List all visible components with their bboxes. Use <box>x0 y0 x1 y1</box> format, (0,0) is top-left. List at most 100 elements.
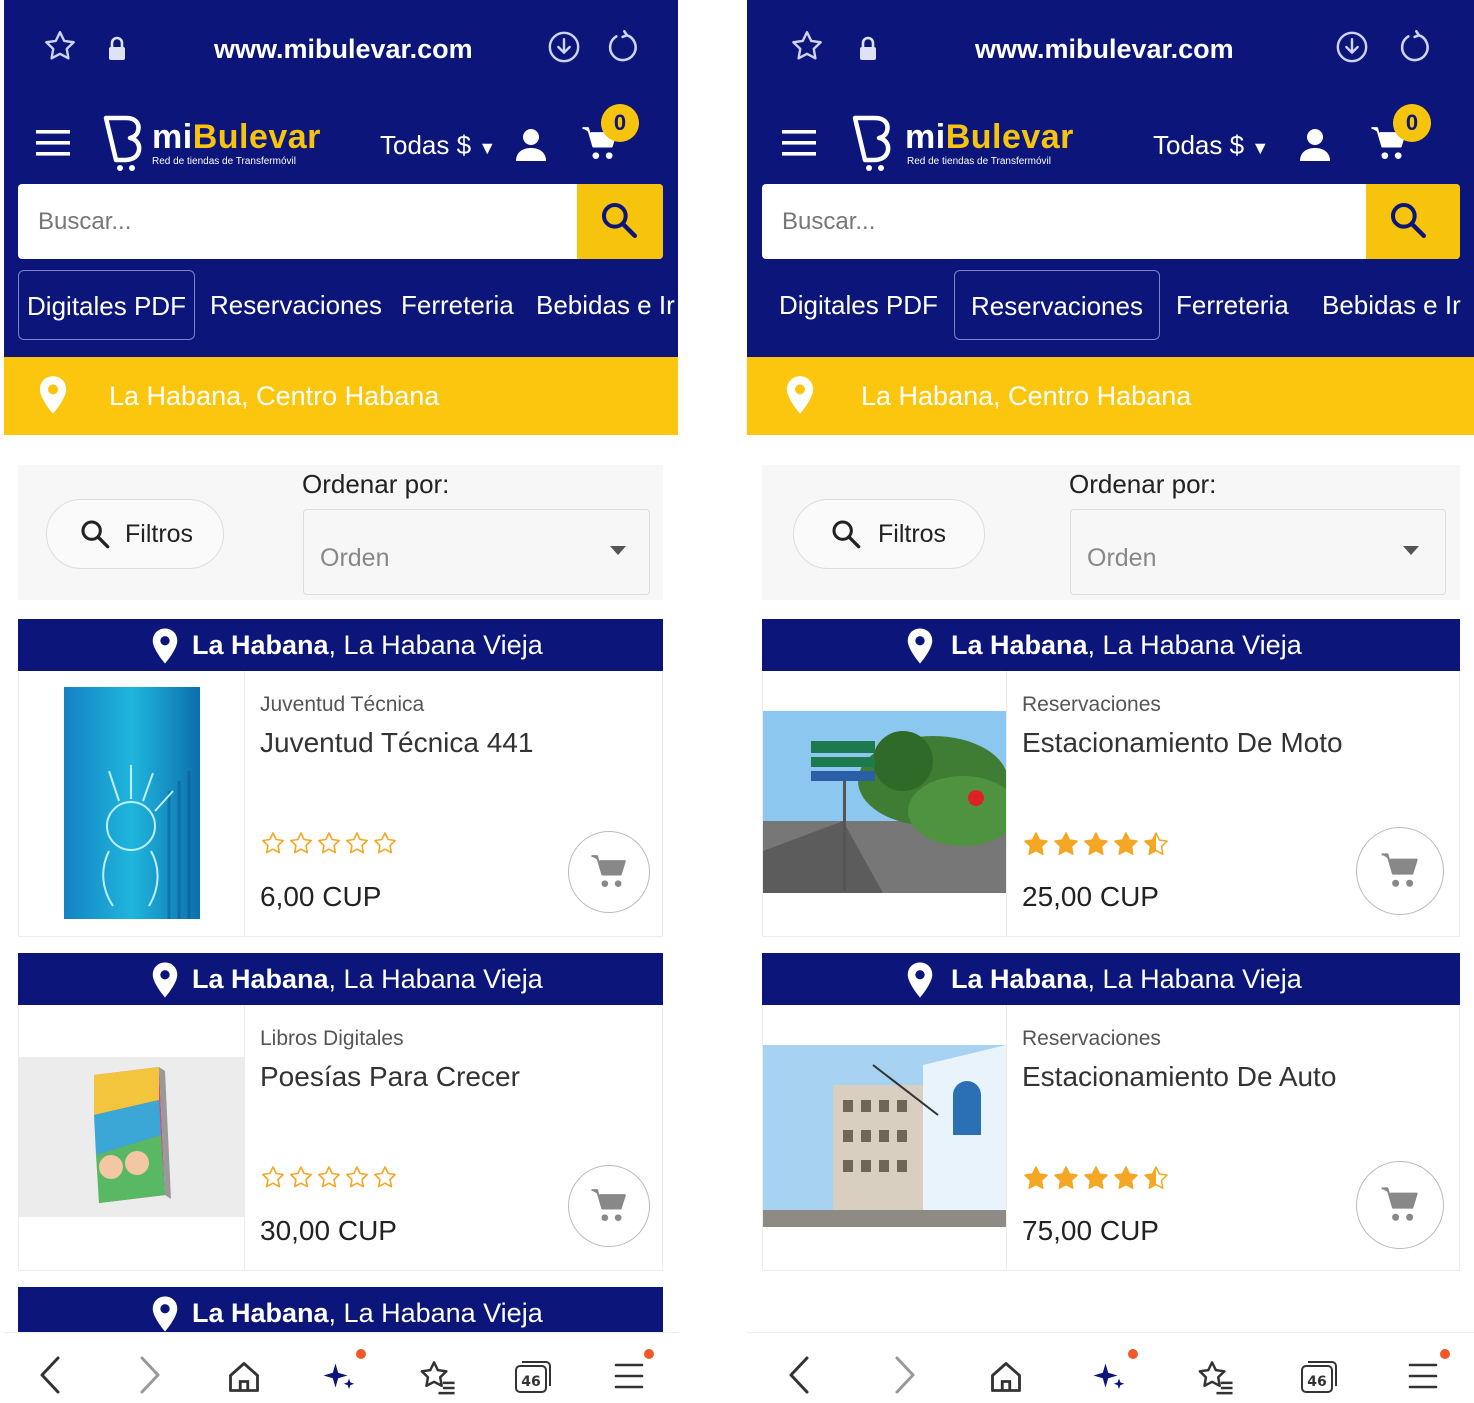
add-to-cart-button[interactable] <box>568 831 650 913</box>
add-to-cart-button[interactable] <box>1356 1161 1444 1249</box>
user-account-icon[interactable] <box>1299 128 1331 162</box>
tabs-count: 46 <box>1307 1374 1326 1390</box>
site-header: www.mibulevar.com miBulevar Red de tiend… <box>4 0 678 357</box>
filters-button[interactable]: Filtros <box>793 499 985 569</box>
reload-icon[interactable] <box>605 30 639 64</box>
location-pin-icon <box>151 961 179 1006</box>
tab-digitales-pdf[interactable]: Digitales PDF <box>779 270 938 340</box>
product-card[interactable]: La Habana, La Habana Vieja <box>18 1287 663 1332</box>
tabs-count-icon[interactable]: 46 <box>514 1359 552 1395</box>
main-menu-icon[interactable] <box>614 1361 644 1391</box>
logo-wordmark[interactable]: miBulevar <box>905 118 1074 157</box>
card-location-band: La Habana, La Habana Vieja <box>762 619 1460 671</box>
download-icon[interactable] <box>547 30 581 64</box>
bookmark-star-icon[interactable] <box>42 28 78 64</box>
product-card[interactable]: La Habana, La Habana Vieja Libros Digita… <box>18 953 663 1271</box>
tab-ferreteria[interactable]: Ferreteria <box>1176 270 1289 340</box>
card-body: Reservaciones Estacionamiento De Auto 75… <box>762 1005 1460 1271</box>
order-select-value: Orden <box>320 544 390 572</box>
tab-reservaciones[interactable]: Reservaciones <box>954 270 1160 340</box>
brand-row: miBulevar Red de tiendas de Transfermóvi… <box>747 104 1474 180</box>
user-account-icon[interactable] <box>515 128 547 162</box>
logo-tagline: Red de tiendas de Transfermóvil <box>907 156 1051 167</box>
product-category: Libros Digitales <box>260 1027 404 1050</box>
main-menu-icon[interactable] <box>1408 1361 1438 1391</box>
category-tabs: Digitales PDF Reservaciones Ferreteria B… <box>4 270 678 342</box>
rating-stars <box>1022 831 1174 864</box>
tab-digitales-pdf[interactable]: Digitales PDF <box>18 270 195 340</box>
tab-reservaciones[interactable]: Reservaciones <box>210 270 382 340</box>
location-pin-icon <box>38 375 68 415</box>
browser-bottom-nav: 46 <box>747 1332 1474 1403</box>
filters-button[interactable]: Filtros <box>46 499 224 569</box>
logo-tagline: Red de tiendas de Transfermóvil <box>152 156 296 167</box>
logo-b-icon[interactable] <box>851 112 903 172</box>
product-category: Juventud Técnica <box>260 693 425 716</box>
sparkle-ai-icon[interactable] <box>1092 1359 1128 1395</box>
search-button[interactable] <box>577 184 663 259</box>
search-button[interactable] <box>1366 184 1460 259</box>
add-to-cart-button[interactable] <box>1356 827 1444 915</box>
filters-label: Filtros <box>125 520 194 548</box>
url-text[interactable]: www.mibulevar.com <box>214 34 473 65</box>
product-card[interactable]: La Habana, La Habana Vieja <box>18 619 663 937</box>
product-title[interactable]: Estacionamiento De Moto <box>1022 727 1343 759</box>
search-icon <box>79 518 111 550</box>
rating-stars <box>260 1165 400 1196</box>
home-icon[interactable] <box>988 1359 1024 1395</box>
logo-b-icon[interactable] <box>102 112 154 172</box>
currency-selector[interactable]: Todas $ ▼ <box>1153 130 1269 161</box>
download-icon[interactable] <box>1335 30 1369 64</box>
product-image[interactable] <box>19 671 245 936</box>
cart-icon <box>1381 853 1418 887</box>
product-title[interactable]: Estacionamiento De Auto <box>1022 1061 1336 1093</box>
tab-bebidas[interactable]: Bebidas e Ir <box>1322 270 1461 340</box>
chevron-down-icon <box>1403 546 1419 555</box>
product-image[interactable] <box>19 1005 245 1270</box>
search-icon <box>1391 203 1426 238</box>
product-image[interactable] <box>763 671 1007 936</box>
card-location-band: La Habana, La Habana Vieja <box>762 953 1460 1005</box>
back-arrow-icon[interactable] <box>38 1355 62 1395</box>
currency-selector[interactable]: Todas $ ▼ <box>380 130 496 161</box>
search-input[interactable]: Buscar... <box>38 208 131 236</box>
order-select[interactable]: Orden <box>1070 509 1446 595</box>
add-to-cart-button[interactable] <box>568 1165 650 1247</box>
location-bar[interactable]: La Habana, Centro Habana <box>4 357 678 435</box>
sort-filter-panel: Filtros Ordenar por: Orden <box>18 465 663 600</box>
location-pin-icon <box>151 1295 179 1332</box>
bookmark-star-icon[interactable] <box>789 28 825 64</box>
tab-ferreteria[interactable]: Ferreteria <box>401 270 514 340</box>
product-title[interactable]: Juventud Técnica 441 <box>260 727 533 759</box>
home-icon[interactable] <box>226 1359 262 1395</box>
forward-arrow-icon[interactable] <box>893 1355 917 1395</box>
hamburger-menu-icon[interactable] <box>36 130 70 156</box>
browser-url-bar: www.mibulevar.com <box>747 14 1474 84</box>
product-card[interactable]: La Habana, La Habana Vieja Reservaciones… <box>762 619 1460 937</box>
sparkle-ai-icon[interactable] <box>322 1359 358 1395</box>
bookmarks-star-list-icon[interactable] <box>1196 1359 1234 1395</box>
location-bar[interactable]: La Habana, Centro Habana <box>747 357 1474 435</box>
tab-bebidas[interactable]: Bebidas e Ir <box>536 270 675 340</box>
tabs-count-icon[interactable]: 46 <box>1300 1359 1338 1395</box>
order-select[interactable]: Orden <box>303 509 650 595</box>
product-title[interactable]: Poesías Para Crecer <box>260 1061 520 1093</box>
location-pin-icon <box>785 375 815 415</box>
url-text[interactable]: www.mibulevar.com <box>975 34 1234 65</box>
card-body: Juventud Técnica Juventud Técnica 441 6,… <box>18 671 663 937</box>
product-card[interactable]: La Habana, La Habana Vieja Reservaciones… <box>762 953 1460 1271</box>
bookmarks-star-list-icon[interactable] <box>418 1359 456 1395</box>
card-location-band: La Habana, La Habana Vieja <box>18 953 663 1005</box>
logo-wordmark[interactable]: miBulevar <box>152 118 321 157</box>
product-image[interactable] <box>763 1005 1007 1270</box>
reload-icon[interactable] <box>1397 30 1431 64</box>
forward-arrow-icon[interactable] <box>138 1355 162 1395</box>
back-arrow-icon[interactable] <box>787 1355 811 1395</box>
cart-icon <box>1381 1187 1418 1221</box>
hamburger-menu-icon[interactable] <box>782 130 816 156</box>
filters-label: Filtros <box>878 520 947 548</box>
browser-url-bar: www.mibulevar.com <box>4 14 678 84</box>
notification-dot <box>644 1349 654 1359</box>
search-input[interactable]: Buscar... <box>782 208 875 236</box>
location-text: La Habana, Centro Habana <box>109 381 440 411</box>
